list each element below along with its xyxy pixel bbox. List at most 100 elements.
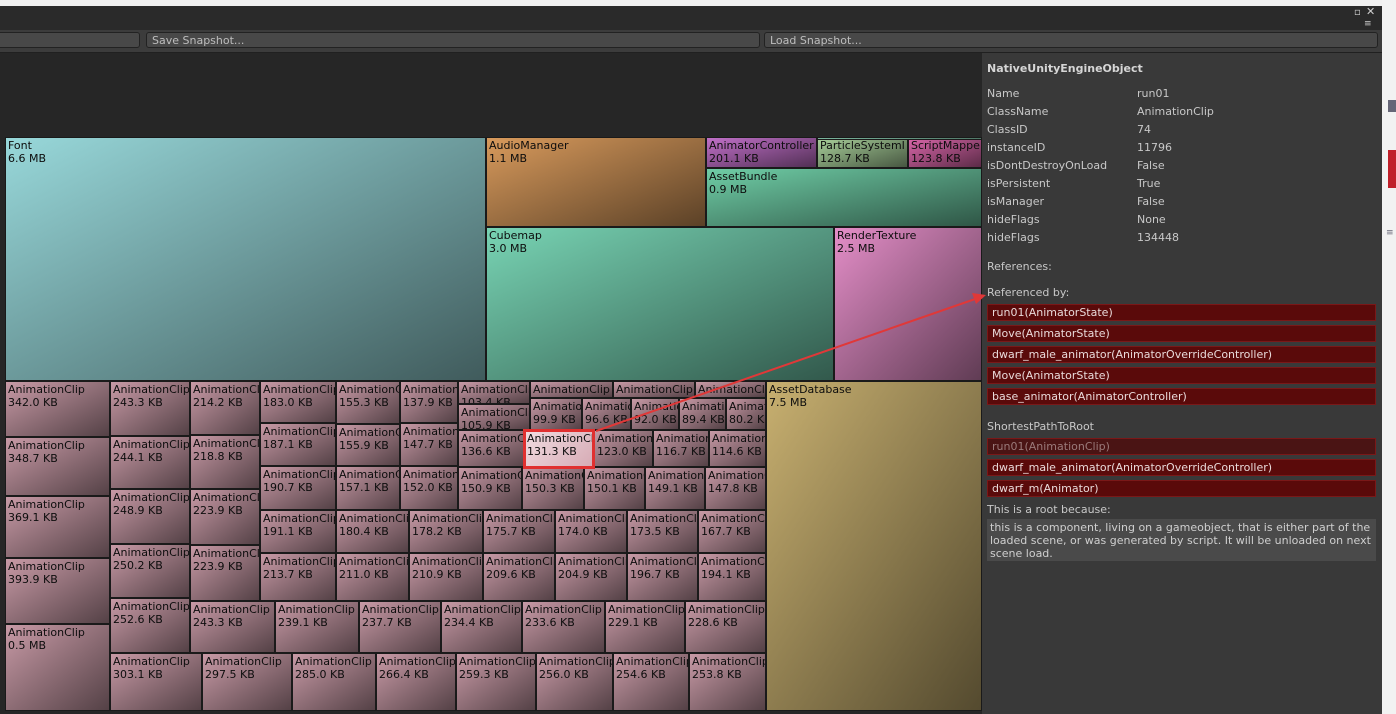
treemap-tile[interactable]: AnimationClip223.9 KB bbox=[190, 489, 260, 545]
treemap-tile[interactable]: AnimationClip 210.9 KB bbox=[409, 553, 483, 601]
treemap-tile[interactable]: AnimationClip 369.1 KB bbox=[5, 496, 110, 558]
treemap-tile[interactable]: AnimationClip194.1 KB bbox=[698, 553, 766, 601]
referenced-by-item[interactable]: base_animator(AnimatorController) bbox=[987, 388, 1376, 405]
treemap-tile[interactable]: AnimationClip 252.6 KB bbox=[110, 598, 190, 653]
referenced-by-item[interactable]: Move(AnimatorState) bbox=[987, 367, 1376, 384]
treemap-tile[interactable]: AnimationClip 213.7 KB bbox=[260, 553, 336, 601]
treemap-tile[interactable]: AudioManager 1.1 MB bbox=[486, 137, 706, 227]
treemap-tile[interactable] bbox=[817, 137, 982, 140]
tile-size: 213.7 KB bbox=[263, 568, 313, 581]
treemap-tile[interactable]: AssetBundle 0.9 MB bbox=[706, 168, 982, 227]
treemap-tile[interactable]: AnimationClip218.8 KB bbox=[190, 435, 260, 489]
treemap-tile[interactable]: AnimationClip196.7 KB bbox=[627, 553, 698, 601]
treemap-tile[interactable]: AnimationClip 0.5 MB bbox=[5, 624, 110, 711]
tile-size: 150.1 KB bbox=[587, 482, 637, 495]
treemap-tile[interactable]: AnimationClip209.6 KB bbox=[483, 553, 555, 601]
treemap-tile[interactable]: ScriptMappe 123.8 KB bbox=[908, 137, 982, 168]
treemap-tile[interactable]: AnimationClip 342.0 KB bbox=[5, 381, 110, 437]
treemap-tile[interactable]: AnimationClip149.1 KB bbox=[645, 467, 705, 510]
treemap-tile[interactable]: AnimationClip114.6 KB bbox=[709, 430, 766, 467]
shortest-path-item[interactable]: dwarf_male_animator(AnimatorOverrideCont… bbox=[987, 459, 1376, 476]
treemap-tile[interactable]: AnimationClip 243.3 KB bbox=[190, 601, 275, 653]
referenced-by-item[interactable]: dwarf_male_animator(AnimatorOverrideCont… bbox=[987, 346, 1376, 363]
close-icon[interactable]: ✕ bbox=[1366, 6, 1375, 17]
treemap-tile[interactable]: AnimationClip 183.0 KB bbox=[260, 381, 336, 423]
treemap-tile[interactable]: AnimationClip155.9 KB bbox=[336, 424, 400, 466]
treemap-tile[interactable]: AnimationClip96.6 KB bbox=[582, 398, 631, 430]
treemap-tile[interactable]: AnimationClip 191.1 KB bbox=[260, 510, 336, 553]
treemap-tile[interactable]: AnimationClip bbox=[695, 381, 766, 398]
treemap-tile-selected[interactable]: AnimationClip131.3 KB bbox=[523, 429, 595, 469]
treemap-tile[interactable]: AnimationClip223.9 KB bbox=[190, 545, 260, 601]
treemap-tile[interactable]: AnimationClip 233.6 KB bbox=[522, 601, 605, 653]
treemap-tile[interactable]: AssetDatabase 7.5 MB bbox=[766, 381, 982, 711]
referenced-by-item[interactable]: Move(AnimatorState) bbox=[987, 325, 1376, 342]
treemap-tile[interactable]: AnimationClip152.0 KB bbox=[400, 466, 458, 510]
treemap-tile[interactable]: AnimationClip136.6 KB bbox=[458, 430, 530, 467]
treemap-tile[interactable]: AnimationClip 259.3 KB bbox=[456, 653, 536, 711]
treemap-tile[interactable]: AnimationClip 234.4 KB bbox=[441, 601, 522, 653]
treemap-tile[interactable]: Cubemap 3.0 MB bbox=[486, 227, 834, 381]
treemap-tile[interactable]: AnimationClip105.9 KB bbox=[458, 404, 530, 430]
treemap-tile[interactable]: AnimationClip155.3 KB bbox=[336, 381, 400, 424]
treemap-tile[interactable]: AnimationClip bbox=[613, 381, 695, 398]
treemap-tile[interactable]: AnimationClip bbox=[530, 381, 613, 398]
treemap-tile[interactable]: AnimationClip 285.0 KB bbox=[292, 653, 376, 711]
treemap-tile[interactable]: AnimationClip214.2 KB bbox=[190, 381, 260, 435]
treemap-tile[interactable]: AnimationClip137.9 KB bbox=[400, 381, 458, 423]
treemap-tile[interactable]: AnimationClip150.3 KB bbox=[522, 467, 584, 510]
treemap-tile[interactable]: AnimationClip147.8 KB bbox=[705, 467, 766, 510]
treemap-tile[interactable]: AnimationClip 229.1 KB bbox=[605, 601, 685, 653]
treemap-tile[interactable]: AnimationClip167.7 KB bbox=[698, 510, 766, 553]
treemap-tile[interactable]: AnimationClip 187.1 KB bbox=[260, 423, 336, 466]
treemap-tile[interactable]: AnimationClip99.9 KB bbox=[530, 398, 582, 430]
treemap-tile[interactable]: AnimationClip123.0 KB bbox=[594, 430, 653, 467]
property-value: 74 bbox=[1137, 123, 1151, 136]
treemap-tile[interactable]: AnimationClip92.0 KB bbox=[631, 398, 679, 430]
treemap-tile[interactable]: AnimationClip 254.6 KB bbox=[613, 653, 689, 711]
treemap-tile[interactable]: AnimationClip 178.2 KB bbox=[409, 510, 483, 553]
treemap-tile[interactable]: AnimationClip 248.9 KB bbox=[110, 489, 190, 544]
snapshot-button[interactable] bbox=[0, 32, 140, 48]
treemap-tile[interactable]: AnimationClip 237.7 KB bbox=[359, 601, 441, 653]
treemap-tile[interactable]: AnimationClip 190.7 KB bbox=[260, 466, 336, 510]
shortest-path-item[interactable]: dwarf_m(Animator) bbox=[987, 480, 1376, 497]
treemap-tile[interactable]: AnimationClip 239.1 KB bbox=[275, 601, 359, 653]
treemap-tile[interactable]: AnimatorController 201.1 KB bbox=[706, 137, 817, 168]
treemap-tile[interactable]: AnimationClip80.2 KB bbox=[726, 398, 766, 430]
treemap-tile[interactable]: AnimationClip157.1 KB bbox=[336, 466, 400, 510]
treemap-tile[interactable]: AnimationClip 348.7 KB bbox=[5, 437, 110, 496]
treemap-tile[interactable]: AnimationClip204.9 KB bbox=[555, 553, 627, 601]
load-snapshot-button[interactable]: Load Snapshot... bbox=[764, 32, 1378, 48]
treemap-tile[interactable]: AnimationClip175.7 KB bbox=[483, 510, 555, 553]
tile-name: Cubemap bbox=[489, 229, 542, 242]
treemap-tile[interactable]: AnimationClip 250.2 KB bbox=[110, 544, 190, 598]
treemap-tile[interactable]: AnimationClip 244.1 KB bbox=[110, 436, 190, 489]
treemap-tile[interactable]: ParticleSystemI 128.7 KB bbox=[817, 137, 908, 168]
treemap-tile[interactable]: Font 6.6 MB bbox=[5, 137, 486, 381]
treemap-tile[interactable]: AnimationClip150.9 KB bbox=[458, 467, 522, 510]
treemap-tile[interactable]: AnimationClip 243.3 KB bbox=[110, 381, 190, 436]
treemap-tile[interactable]: AnimationClip173.5 KB bbox=[627, 510, 698, 553]
treemap-tile[interactable]: AnimationClip 256.0 KB bbox=[536, 653, 613, 711]
referenced-by-item[interactable]: run01(AnimatorState) bbox=[987, 304, 1376, 321]
treemap-tile[interactable]: AnimationClip174.0 KB bbox=[555, 510, 627, 553]
treemap-tile[interactable]: AnimationClip89.4 KB bbox=[679, 398, 726, 430]
treemap-tile[interactable]: AnimationClip 228.6 KB bbox=[685, 601, 766, 653]
treemap-tile[interactable]: RenderTexture 2.5 MB bbox=[834, 227, 982, 381]
treemap-tile[interactable]: AnimationClip147.7 KB bbox=[400, 423, 458, 466]
treemap-tile[interactable]: AnimationClip150.1 KB bbox=[584, 467, 645, 510]
treemap-tile[interactable]: AnimationClip 180.4 KB bbox=[336, 510, 409, 553]
treemap-tile[interactable]: AnimationClip103.4 KB bbox=[458, 381, 530, 404]
maximize-icon[interactable]: ▫ bbox=[1354, 8, 1361, 18]
save-snapshot-button[interactable]: Save Snapshot... bbox=[146, 32, 760, 48]
treemap-tile[interactable]: AnimationClip 266.4 KB bbox=[376, 653, 456, 711]
treemap-tile[interactable]: AnimationClip 303.1 KB bbox=[110, 653, 202, 711]
treemap-tile[interactable]: AnimationClip 297.5 KB bbox=[202, 653, 292, 711]
treemap-tile[interactable]: AnimationClip 211.0 KB bbox=[336, 553, 409, 601]
treemap-tile[interactable]: AnimationClip116.7 KB bbox=[653, 430, 709, 467]
treemap-tile[interactable]: AnimationClip 393.9 KB bbox=[5, 558, 110, 624]
treemap-tile[interactable]: AnimationClip 253.8 KB bbox=[689, 653, 766, 711]
menu-icon[interactable]: ≡ bbox=[1364, 19, 1372, 29]
shortest-path-item[interactable]: run01(AnimationClip) bbox=[987, 438, 1376, 455]
